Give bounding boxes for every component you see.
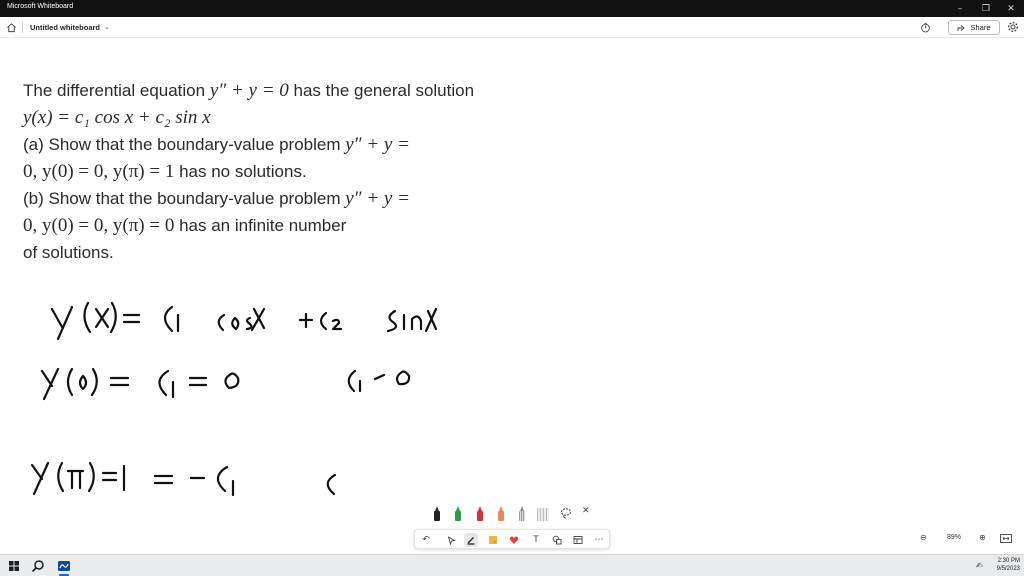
minimize-button[interactable]: – <box>947 0 973 17</box>
system-clock[interactable]: 2:30 PM 9/5/2023 <box>990 557 1020 573</box>
fit-to-screen-icon[interactable] <box>1000 534 1012 543</box>
shapes-button[interactable] <box>550 533 564 547</box>
select-tool-button[interactable] <box>444 533 458 547</box>
sticky-note-icon <box>489 536 497 544</box>
gray-pen[interactable] <box>518 504 526 522</box>
reactions-button[interactable] <box>507 533 521 547</box>
settings-gear-icon[interactable] <box>1007 21 1019 33</box>
pointer-icon <box>447 535 456 545</box>
restore-button[interactable]: ❐ <box>973 0 999 17</box>
ink-line-3 <box>30 461 337 497</box>
ink-layer[interactable] <box>0 39 1024 554</box>
pen-tray-icon[interactable]: ✍ <box>976 561 983 570</box>
sticky-note-button[interactable] <box>486 533 500 547</box>
lasso-icon[interactable] <box>560 507 572 519</box>
whiteboard-title[interactable]: Untitled whiteboard <box>30 23 100 32</box>
ink-line-2 <box>40 367 411 401</box>
close-pen-tray-icon[interactable]: ✕ <box>582 506 590 516</box>
pen-tray: ✕ <box>425 504 600 524</box>
share-icon <box>958 24 966 31</box>
share-button[interactable]: Share <box>948 20 1000 35</box>
more-icon: ⋯ <box>594 535 604 545</box>
text-icon: T <box>533 535 539 545</box>
restore-icon: ❐ <box>981 3 991 14</box>
template-icon <box>573 536 583 544</box>
close-icon: ✕ <box>1007 3 1015 14</box>
zoom-in-icon[interactable]: ⊕ <box>979 533 986 542</box>
green-pen[interactable] <box>454 504 462 522</box>
minimize-icon: – <box>957 3 963 14</box>
app-header: Untitled whiteboard ⌄ Share <box>0 17 1024 38</box>
more-options-button[interactable]: ⋯ <box>592 533 606 547</box>
undo-icon: ↶ <box>422 535 430 545</box>
zoom-out-icon[interactable]: ⊖ <box>920 533 927 542</box>
templates-button[interactable] <box>571 533 585 547</box>
windows-start-icon[interactable] <box>7 559 21 573</box>
zoom-level[interactable]: 89% <box>947 534 961 541</box>
windows-taskbar: ✍ 2:30 PM 9/5/2023 <box>0 554 1024 576</box>
timer-icon[interactable] <box>920 22 931 33</box>
orange-highlighter[interactable] <box>497 504 505 522</box>
search-icon[interactable] <box>31 559 45 573</box>
whiteboard-app-icon[interactable] <box>57 559 71 573</box>
home-icon[interactable] <box>6 22 17 33</box>
app-title: Microsoft Whiteboard <box>7 3 74 10</box>
pen-icon <box>467 537 475 545</box>
whiteboard-canvas[interactable]: The differential equation y″ + y = 0 has… <box>0 39 1024 554</box>
ink-line-1 <box>50 301 438 341</box>
clock-date: 9/5/2023 <box>996 566 1020 572</box>
pen-tool-button[interactable] <box>464 533 478 547</box>
ruler-tool[interactable] <box>537 504 549 522</box>
header-divider <box>22 22 23 33</box>
text-tool-button[interactable]: T <box>529 533 543 547</box>
black-pen[interactable] <box>433 504 441 522</box>
undo-button[interactable]: ↶ <box>419 533 433 547</box>
shapes-icon <box>552 535 562 545</box>
red-pen[interactable] <box>476 504 484 522</box>
clock-time: 2:30 PM <box>997 558 1020 564</box>
share-label: Share <box>970 23 991 32</box>
zoom-controls: ⊖ 89% ⊕ <box>914 529 1020 549</box>
chevron-down-icon[interactable]: ⌄ <box>104 23 110 31</box>
title-bar: Microsoft Whiteboard – ❐ ✕ <box>0 0 1024 17</box>
close-button[interactable]: ✕ <box>998 0 1024 17</box>
creation-toolbar: ↶ T ⋯ <box>414 529 610 549</box>
heart-icon <box>509 536 519 544</box>
